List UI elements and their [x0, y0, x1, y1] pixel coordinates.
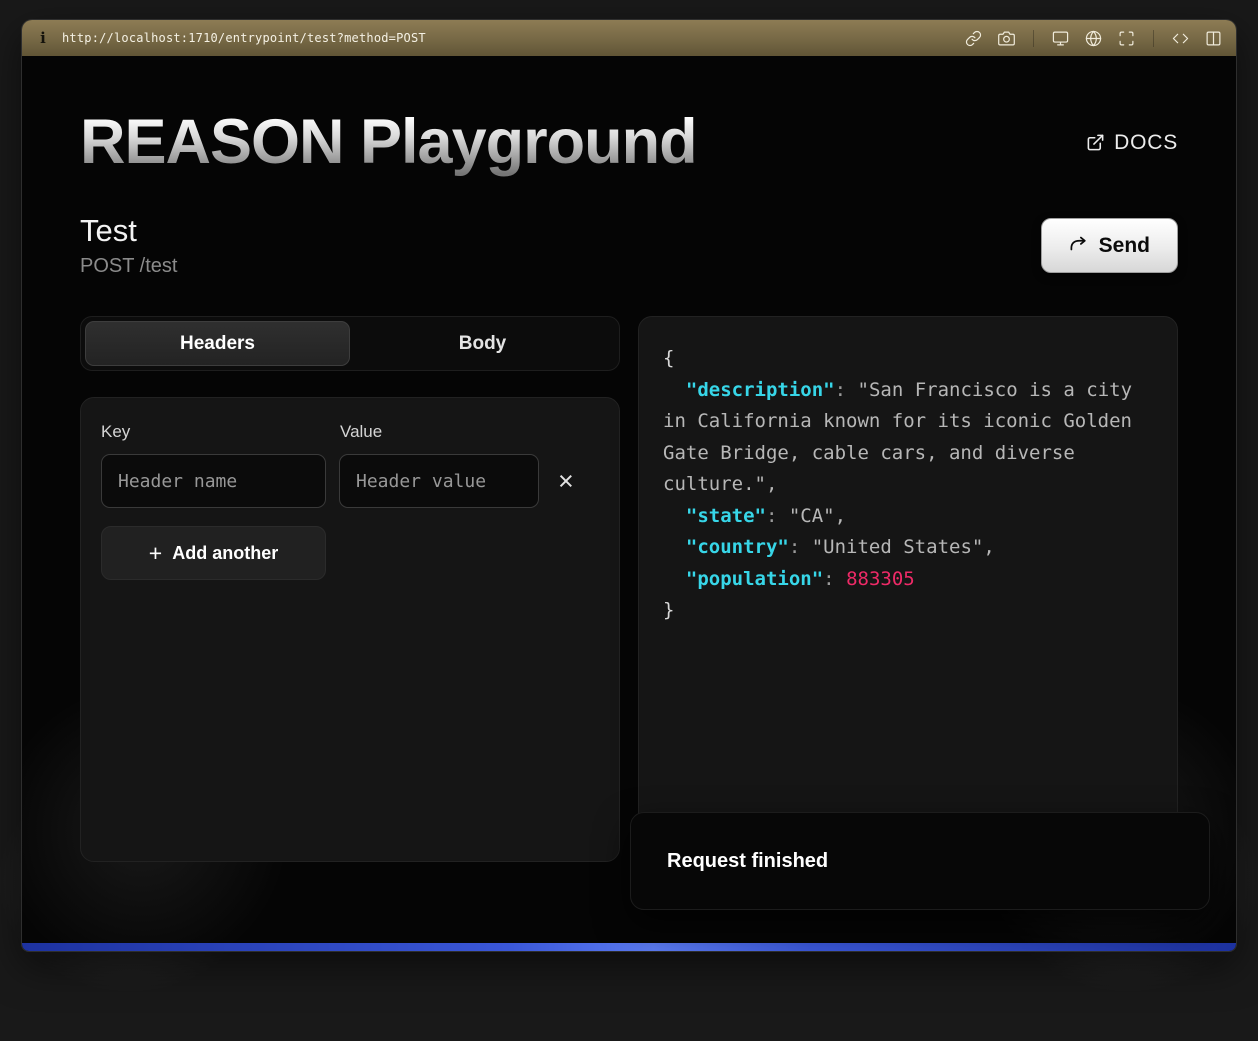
headers-panel: Key Value × + Add another — [80, 397, 620, 863]
layout-columns-icon[interactable] — [1205, 30, 1222, 47]
toast-notification: Request finished — [630, 812, 1210, 910]
window-bottom-accent — [22, 943, 1236, 951]
endpoint-method-path: POST /test — [80, 255, 178, 278]
header-key-input[interactable] — [101, 454, 326, 509]
plus-icon: + — [148, 539, 163, 566]
send-label: Send — [1098, 233, 1150, 257]
browser-url-bar: i http://localhost:1710/entrypoint/test?… — [22, 20, 1236, 56]
tab-body[interactable]: Body — [350, 321, 615, 366]
response-json: { "description": "San Francisco is a cit… — [663, 347, 1144, 622]
header-value-input[interactable] — [339, 454, 539, 509]
url-text[interactable]: http://localhost:1710/entrypoint/test?me… — [62, 31, 426, 45]
code-icon[interactable] — [1172, 30, 1189, 47]
remove-header-button[interactable]: × — [552, 467, 580, 495]
header-row: × — [101, 454, 599, 509]
arrow-redo-icon — [1070, 237, 1086, 251]
tab-headers[interactable]: Headers — [85, 321, 350, 367]
add-another-label: Add another — [172, 542, 279, 563]
camera-icon[interactable] — [998, 30, 1015, 47]
docs-link[interactable]: DOCS — [1086, 131, 1178, 155]
request-tabs: Headers Body — [80, 316, 620, 372]
request-column: Headers Body Key Value × + Add — [80, 316, 620, 863]
info-icon: i — [40, 29, 46, 47]
send-button[interactable]: Send — [1040, 218, 1178, 274]
display-icon[interactable] — [1052, 30, 1069, 47]
browser-toolbar-icons — [965, 29, 1222, 47]
page-title: REASON Playground — [80, 107, 698, 177]
toast-message: Request finished — [667, 849, 829, 872]
endpoint-row: Test POST /test Send — [80, 213, 1178, 278]
scan-icon[interactable] — [1118, 30, 1135, 47]
globe-icon[interactable] — [1085, 30, 1102, 47]
docs-label: DOCS — [1114, 130, 1178, 154]
page-content: REASON Playground DOCS Test POST /test S… — [22, 56, 1236, 943]
value-column-label: Value — [340, 422, 383, 442]
add-another-button[interactable]: + Add another — [101, 526, 326, 581]
endpoint-name: Test — [80, 213, 137, 249]
app-window: i http://localhost:1710/entrypoint/test?… — [22, 20, 1236, 951]
link-icon[interactable] — [965, 30, 982, 47]
key-column-label: Key — [101, 422, 131, 442]
external-link-icon — [1087, 134, 1104, 151]
page-header: REASON Playground DOCS — [80, 107, 1178, 177]
